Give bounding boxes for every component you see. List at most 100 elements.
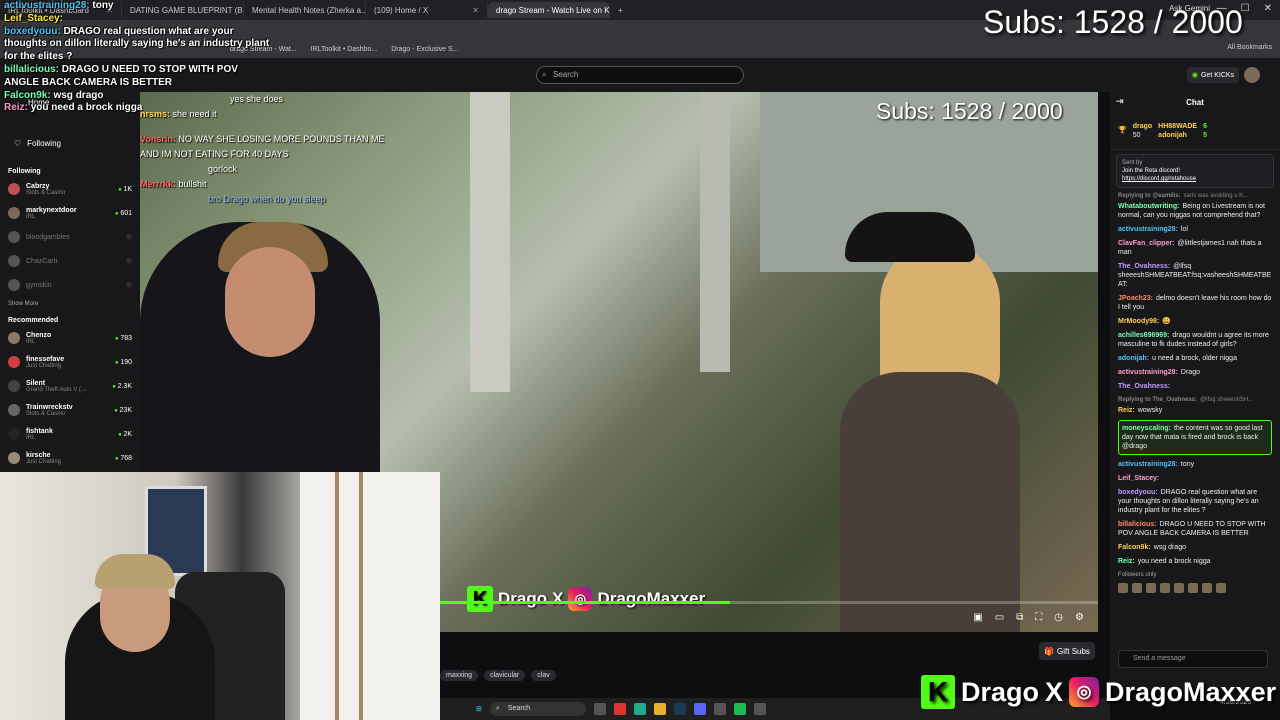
chat-username[interactable]: boxedyouu: (1118, 489, 1158, 496)
emote-icon[interactable] (1118, 583, 1128, 593)
avatar (8, 428, 20, 440)
overlay-chat-text: NO WAY SHE LOSING MORE POUNDS THAN ME AN… (140, 134, 385, 159)
channel-item[interactable]: SilentGrand Theft Auto V (... 2.3K (0, 374, 140, 398)
channel-item[interactable]: markynextdoorIRL 601 (0, 201, 140, 225)
new-tab-icon[interactable]: + (610, 6, 631, 15)
chat-username[interactable]: achilles696969: (1118, 332, 1169, 339)
chat-username[interactable]: Whataboutwriting: (1118, 203, 1179, 210)
emote-icon[interactable] (1160, 583, 1170, 593)
chat-username[interactable]: Replying to @eamilis: (1118, 193, 1181, 199)
discord-icon[interactable] (693, 703, 706, 715)
chat-username[interactable]: Replying to The_Ovahness: (1118, 397, 1197, 403)
close-window-icon[interactable]: ✕ (1264, 3, 1272, 14)
steam-icon[interactable] (673, 703, 686, 715)
get-kicks-button[interactable]: ◉ Get KICKs (1187, 67, 1239, 83)
chat-username[interactable]: adonijah: (1118, 355, 1149, 362)
avatar[interactable] (1244, 67, 1260, 83)
tag[interactable]: clav (531, 670, 556, 681)
search-input[interactable]: ⌕ Search (536, 66, 744, 84)
chat-username[interactable]: activustraining28: (1118, 369, 1178, 376)
browser-tab[interactable]: (109) Home / X ✕ (366, 2, 488, 18)
followers-only-notice: Followers only (1118, 572, 1157, 578)
chat-message: Reiz: wowsky (1118, 406, 1272, 415)
chat-input[interactable]: Send a message (1118, 650, 1268, 668)
emote-icon[interactable] (1174, 583, 1184, 593)
chat-username[interactable]: Reiz: (1118, 407, 1135, 414)
taskbar-search[interactable]: Search (489, 702, 586, 716)
leader-name[interactable]: adonijah (1158, 131, 1197, 140)
windows-start-icon[interactable]: ⊞ (476, 705, 482, 713)
tag[interactable]: clavicular (484, 670, 526, 681)
chat-username[interactable]: MrMoody98: (1118, 318, 1159, 325)
pinned-link[interactable]: https://discord.gg/retahouse (1122, 176, 1196, 182)
avatar (8, 207, 20, 219)
video-progress-bar[interactable] (440, 601, 1098, 604)
folder-icon[interactable] (653, 703, 666, 715)
show-more-button[interactable]: Show More (0, 297, 140, 311)
chat-username[interactable]: Leif_Stacey: (1118, 475, 1159, 482)
channel-item[interactable]: ChenzoIRL 783 (0, 326, 140, 350)
chat-text: tony (1180, 461, 1195, 468)
channel-item[interactable]: kirscheJust Chatting 768 (0, 446, 140, 470)
leader-name[interactable]: drago (1133, 122, 1152, 131)
channel-name: gymskin (26, 281, 52, 289)
channel-item[interactable]: TrainwreckstvSlots & Casino 23K (0, 398, 140, 422)
emote-icon[interactable] (1188, 583, 1198, 593)
chat-username[interactable]: moneyscaling: (1122, 425, 1171, 432)
overlay-chat-line: activustraining28: tony (4, 0, 274, 13)
brand-ig-name: DragoMaxxer (1105, 676, 1277, 707)
tag[interactable]: maxxing (440, 670, 479, 681)
edge-icon[interactable] (633, 703, 646, 715)
app-icon[interactable] (713, 703, 726, 715)
channel-name: Trainwreckstv (26, 403, 73, 411)
chat-username[interactable]: The_Ovahness: (1118, 383, 1170, 390)
gift-subs-button[interactable]: 🎁 Gift Subs (1039, 642, 1095, 660)
all-bookmarks-button[interactable]: All Bookmarks (1227, 44, 1272, 51)
settings-gear-icon[interactable]: ⚙ (1075, 612, 1084, 623)
trophy-icon: 🏆 (1118, 127, 1127, 134)
clip-icon[interactable]: ◷ (1054, 612, 1063, 623)
viewer-count: 783 (115, 335, 132, 342)
leader-name[interactable]: HH88WADE (1158, 122, 1197, 131)
browser-tab-active[interactable]: drago Stream - Watch Live on K...✕ (488, 2, 610, 18)
chat-username[interactable]: Falcon9k: (1118, 544, 1151, 551)
taskview-icon[interactable] (593, 703, 606, 715)
channel-item[interactable]: gymskin ⊘ (0, 273, 140, 297)
chrome-icon[interactable] (613, 703, 626, 715)
overlay-chat-user: activustraining28: (4, 0, 90, 11)
chat-username[interactable]: JPoach23: (1118, 295, 1153, 302)
channel-item[interactable]: bloodgambles ⊘ (0, 225, 140, 249)
channel-item[interactable]: CabrzySlots & Casino 1K (0, 177, 140, 201)
sidebar-item-following[interactable]: ♡ Following (0, 135, 140, 152)
overlay-chat-user: Vonsrin: (140, 134, 176, 144)
emote-icon[interactable] (1202, 583, 1212, 593)
chat-username[interactable]: activustraining28: (1118, 226, 1178, 233)
chat-input-placeholder: Send a message (1133, 655, 1186, 662)
emote-icon[interactable] (1216, 583, 1226, 593)
chat-username[interactable]: ClavFan_clipper: (1118, 240, 1174, 247)
theatre-icon[interactable]: ▭ (995, 612, 1004, 623)
pip-icon[interactable]: ⧉ (1016, 612, 1023, 623)
close-icon[interactable]: ✕ (472, 6, 479, 15)
bookmark-item[interactable]: Drago - Exclusive S... (391, 46, 458, 53)
channel-category: Just Chatting (26, 362, 62, 369)
bookmark-item[interactable]: IRLToolkit • Dashbo... (311, 46, 378, 53)
chat-username[interactable]: The_Ovahness: (1118, 263, 1170, 270)
chat-username[interactable]: billalicious: (1118, 521, 1157, 528)
spotify-icon[interactable] (733, 703, 746, 715)
app-icon[interactable] (753, 703, 766, 715)
emote-icon[interactable] (1132, 583, 1142, 593)
channel-category: Slots & Casino (26, 189, 66, 196)
miniplayer-icon[interactable]: ▣ (973, 612, 982, 623)
collapse-chat-icon[interactable]: ⇥ (1116, 97, 1124, 106)
chat-username[interactable]: Reiz: (1118, 558, 1135, 565)
avatar (8, 452, 20, 464)
emote-icon[interactable] (1146, 583, 1156, 593)
chat-text: 😀 (1162, 318, 1171, 325)
subs-goal-overlay: Subs: 1528 / 2000 (876, 98, 1063, 124)
channel-item[interactable]: fishtankIRL 2K (0, 422, 140, 446)
channel-item[interactable]: finessefaveJust Chatting 190 (0, 350, 140, 374)
fullscreen-icon[interactable]: ⛶ (1035, 612, 1042, 623)
chat-username[interactable]: activustraining28: (1118, 461, 1178, 468)
channel-item[interactable]: ChazCarti ⊘ (0, 249, 140, 273)
